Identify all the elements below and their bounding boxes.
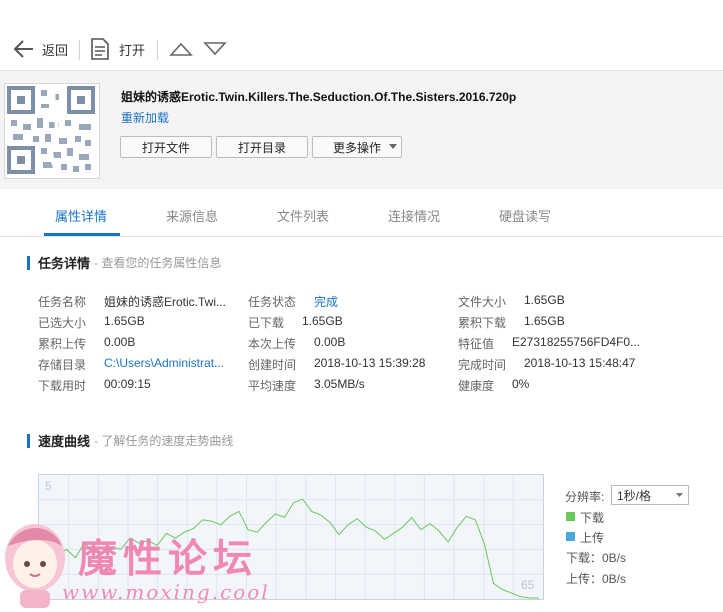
detail-label: 任务状态 — [248, 295, 297, 309]
detail-value: 2018-10-13 15:39:28 — [314, 356, 426, 370]
detail-label: 累积下载 — [458, 316, 507, 330]
watermark-url: www.moxing.cool — [62, 580, 270, 604]
section-marker — [27, 255, 30, 270]
detail-label: 已下载 — [248, 316, 285, 330]
tab-properties[interactable]: 属性详情 — [55, 206, 107, 225]
qr-code-icon — [4, 83, 100, 179]
detail-label: 已选大小 — [38, 316, 87, 330]
toolbar-divider — [79, 40, 80, 60]
detail-value: 1.65GB — [524, 314, 565, 328]
details-section-header: 任务详情 - 查看您的任务属性信息 — [27, 253, 221, 272]
detail-label: 存储目录 — [38, 358, 87, 372]
tab-sources[interactable]: 来源信息 — [166, 206, 218, 225]
task-header: 姐妹的诱惑Erotic.Twin.Killers.The.Seduction.O… — [0, 70, 723, 189]
active-tab-indicator — [44, 233, 120, 236]
speed-section-header: 速度曲线 - 了解任务的速度走势曲线 — [27, 431, 233, 450]
back-label: 返回 — [42, 42, 69, 58]
triangle-down-icon — [203, 42, 227, 56]
triangle-up-icon — [169, 42, 193, 56]
watermark-text: 魔性论坛 — [78, 536, 259, 582]
back-button[interactable]: 返回 — [12, 38, 68, 60]
upload-legend-swatch — [566, 532, 575, 541]
open-button[interactable]: 打开 — [90, 38, 145, 60]
toolbar-divider — [157, 40, 158, 60]
detail-label: 文件大小 — [458, 295, 507, 309]
move-up-button[interactable] — [169, 41, 193, 57]
detail-value: 00:09:15 — [104, 377, 151, 391]
speed-title: 速度曲线 — [38, 434, 91, 449]
detail-value: 0.00B — [104, 335, 136, 349]
detail-label: 任务名称 — [38, 295, 87, 309]
axis-top-label: 5 — [45, 479, 52, 493]
resolution-label: 分辨率: — [565, 490, 605, 504]
detail-value: 姐妹的诱惑Erotic.Twi... — [104, 295, 227, 309]
more-actions-label: 更多操作 — [333, 140, 382, 155]
detail-value: 1.65GB — [302, 314, 343, 328]
storage-directory-link[interactable]: C:\Users\Administrat... — [104, 356, 224, 370]
detail-value: 1.65GB — [104, 314, 145, 328]
detail-label: 下载用时 — [38, 379, 87, 393]
detail-label: 健康度 — [458, 379, 495, 393]
details-title: 任务详情 — [38, 256, 91, 271]
speed-subtitle: - 了解任务的速度走势曲线 — [94, 434, 234, 448]
details-subtitle: - 查看您的任务属性信息 — [94, 256, 222, 270]
detail-label: 完成时间 — [458, 358, 507, 372]
download-legend-label: 下载 — [580, 511, 605, 525]
chevron-down-icon — [389, 144, 398, 149]
detail-value: E27318255756FD4F0... — [512, 335, 641, 349]
detail-value: 3.05MB/s — [314, 377, 365, 391]
task-title: 姐妹的诱惑Erotic.Twin.Killers.The.Seduction.O… — [121, 90, 517, 104]
more-actions-button[interactable]: 更多操作 — [312, 136, 402, 158]
mascot-girl-icon — [5, 524, 65, 608]
upload-rate: 上传：0B/s — [566, 572, 627, 586]
detail-label: 创建时间 — [248, 358, 297, 372]
toolbar: 返回 打开 — [0, 0, 723, 70]
detail-value: 0% — [512, 377, 530, 391]
resolution-select[interactable]: 1秒/格 — [611, 485, 689, 505]
tab-bar: 属性详情 来源信息 文件列表 连接情况 硬盘读写 — [0, 189, 723, 237]
tab-connections[interactable]: 连接情况 — [388, 206, 440, 225]
open-file-button[interactable]: 打开文件 — [120, 136, 212, 158]
upload-legend-label: 上传 — [580, 531, 605, 545]
tab-disk-io[interactable]: 硬盘读写 — [499, 206, 551, 225]
move-down-button[interactable] — [203, 41, 227, 57]
detail-value: 2018-10-13 15:48:47 — [524, 356, 636, 370]
reload-link[interactable]: 重新加载 — [121, 109, 169, 126]
detail-label: 本次上传 — [248, 337, 297, 351]
arrow-left-icon — [13, 40, 33, 58]
chevron-down-icon — [676, 493, 683, 497]
detail-value: 0.00B — [314, 335, 346, 349]
detail-label: 特征值 — [458, 337, 495, 351]
status-value: 完成 — [314, 295, 339, 309]
download-legend-swatch — [566, 512, 575, 521]
resolution-value: 1秒/格 — [617, 488, 652, 503]
detail-label: 累积上传 — [38, 337, 87, 351]
detail-value: 1.65GB — [524, 293, 565, 307]
axis-right-label: 65 — [521, 578, 535, 592]
section-marker — [27, 433, 30, 448]
document-icon — [91, 38, 109, 60]
open-label: 打开 — [119, 42, 146, 58]
download-rate: 下载：0B/s — [566, 551, 627, 565]
detail-label: 平均速度 — [248, 379, 297, 393]
open-directory-button[interactable]: 打开目录 — [216, 136, 308, 158]
tab-files[interactable]: 文件列表 — [277, 206, 329, 225]
